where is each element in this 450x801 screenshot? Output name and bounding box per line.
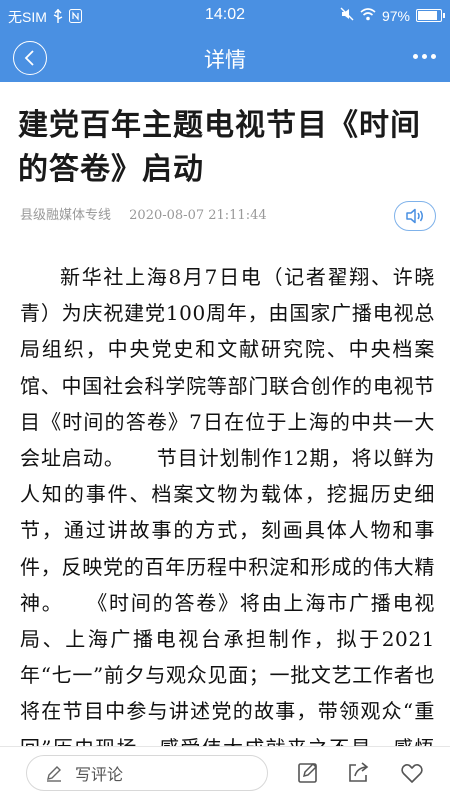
mute-icon	[340, 7, 354, 24]
article-title: 建党百年主题电视节目《时间的答卷》启动	[18, 108, 421, 187]
edit-icon[interactable]	[296, 761, 320, 785]
comment-placeholder: 写评论	[75, 767, 124, 784]
wifi-icon	[360, 7, 376, 24]
article-source: 县级融媒体专线	[20, 208, 112, 223]
article-meta: 县级融媒体专线 2020-08-07 21:11:44	[20, 204, 281, 223]
more-dots-icon	[413, 54, 418, 59]
read-aloud-button[interactable]	[394, 201, 436, 231]
pencil-icon	[47, 766, 61, 782]
article-datetime: 2020-08-07 21:11:44	[129, 208, 267, 223]
heart-icon[interactable]	[400, 761, 424, 785]
comment-input[interactable]: 写评论	[26, 755, 268, 791]
article-content[interactable]: 建党百年主题电视节目《时间的答卷》启动 县级融媒体专线 2020-08-07 2…	[0, 82, 450, 750]
status-bar: 无SIM 14:02 97%	[0, 0, 450, 32]
page-title: 详情	[204, 49, 246, 72]
more-button[interactable]	[413, 54, 436, 59]
share-icon[interactable]	[346, 761, 370, 785]
speaker-icon	[406, 208, 423, 224]
article-body: 新华社上海8月7日电（记者翟翔、许晓青）为庆祝建党100周年，由国家广播电视总局…	[20, 265, 435, 750]
battery-icon	[416, 9, 445, 22]
battery-percent: 97%	[381, 7, 410, 24]
status-right: 97%	[340, 7, 445, 24]
nav-bar: 详情	[0, 32, 450, 82]
bottom-bar: 写评论	[0, 746, 450, 801]
